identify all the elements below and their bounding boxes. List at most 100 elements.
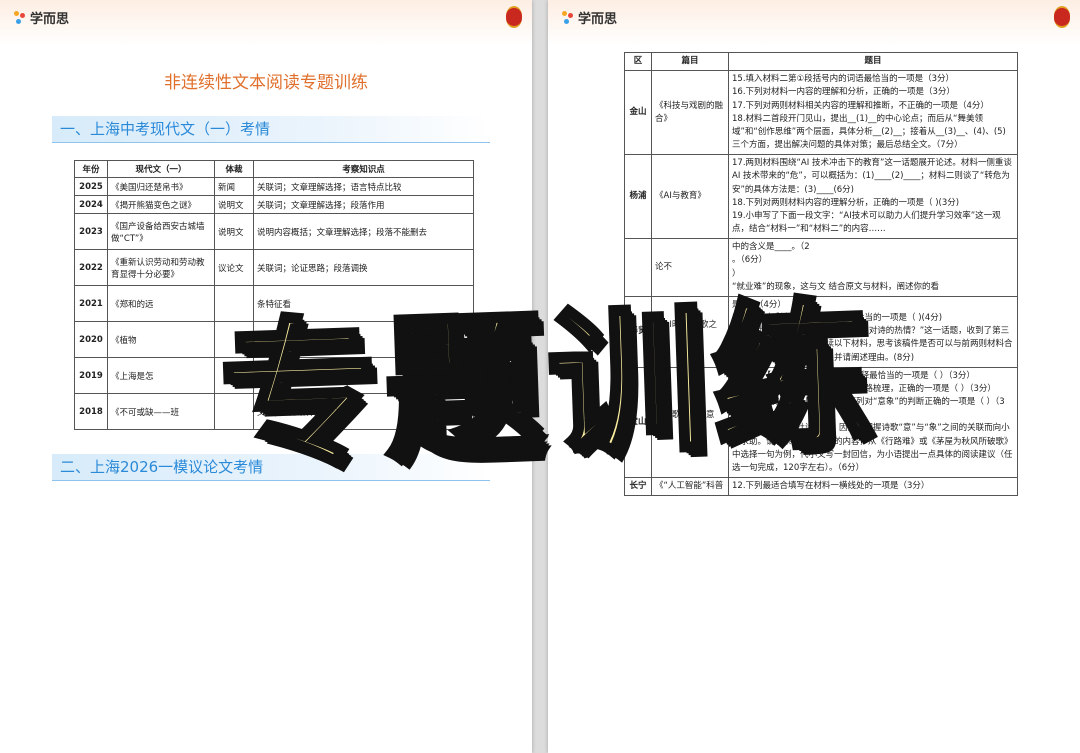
question-text: 中的含义是____。（2 [732, 242, 810, 253]
table-row: 2023 《国产设备给西安古城墙做“CT”》 说明文 说明内容概括；文章理解选择；段落… [74, 213, 474, 250]
brand-logo: 学而思 [14, 8, 69, 27]
year-cell: 2019 [74, 357, 108, 394]
question-text: “就业难”的现象，这与文 结合原文与材料，阐述你的看 [732, 281, 940, 292]
section-heading-1: 一、上海中考现代文（一）考情 [52, 116, 490, 143]
district-cell: 长宁 [624, 477, 652, 497]
table-row: 金山 《科技与戏剧的融合》 15.填入材料二第①段括号内的词语最恰当的一项是（3分）… [624, 70, 1018, 156]
page-header: 学而思 [548, 0, 1080, 46]
title-cell: 《国产设备给西安古城墙做“CT”》 [107, 213, 215, 250]
question-text: 17.两则材料围绕“AI 技术冲击下的教育”这一话题展开论述。材料一侧重谈AI … [732, 158, 1012, 195]
table-row: 论不 中的含义是____。（2 。（6分） ） “就业难”的现象，这与文 结合原文与材料… [624, 238, 1018, 297]
page-header: 学而思 [0, 0, 532, 46]
question-text: 13.根据【材料一】【材料二】，下列对“意象”的判断正确的一项是（ ）（3分） [732, 397, 1005, 421]
table-row: 2021 《郑和的远 条特征看 [74, 285, 474, 322]
year-cell: 2023 [74, 213, 108, 250]
district-cell: 杨浦 [624, 154, 652, 240]
subject-cell: 《AI与教育》 [651, 154, 729, 240]
logo-mark-icon [14, 10, 26, 25]
document-title: 非连续性文本阅读专题训练 [164, 73, 368, 93]
table-header-row: 年份 现代文（一） 体裁 考察知识点 [74, 160, 474, 178]
year-cell: 2022 [74, 249, 108, 286]
lantern-icon [1054, 6, 1070, 28]
table-row: 长宁 《“人工智能”科普 12.下列最适合填写在材料一横线处的一项是（3分） [624, 477, 1018, 497]
district-cell: 金山 [624, 70, 652, 156]
genre-cell [214, 393, 254, 430]
question-text: 。（6分） [732, 255, 768, 266]
question-text: 11.依据【材料一】，对“意象”的解释最恰当的一项是（ ）（3分） [732, 370, 975, 381]
subject-cell: 《“人工智能”科普 [651, 477, 729, 497]
question-text: 12.下列对【材料二】中画线句的思路梳理，正确的一项是（ ）（3分） [732, 383, 996, 394]
table-header-row: 区 篇目 题目 [624, 51, 1018, 72]
table-row: 2025 《美国归还楚帛书》 新闻 关联词；文章理解选择；语言特点比较 [74, 177, 474, 196]
knowledge-cell: 条特征看 [253, 285, 474, 322]
district-cell: 宝山 [624, 366, 652, 479]
knowledge-cell: 说明内容概括；文章理解选择；段落不能删去 [253, 213, 474, 250]
mock-exam-table: 区 篇目 题目 金山 《科技与戏剧的融合》 15.填入材料二第①段括号内的词语最恰当… [624, 51, 1018, 497]
table-row: 2024 《揭开熊猫变色之谜》 说明文 关联词；文章理解选择；段落作用 [74, 195, 474, 214]
genre-cell [214, 357, 254, 394]
column-header: 考察知识点 [253, 160, 474, 178]
subject-cell: 论不 [651, 238, 729, 297]
title-cell: 《上海是怎 [107, 357, 215, 394]
subject-cell: 《AI时代,诗歌之道》 [651, 295, 729, 368]
column-header: 体裁 [214, 160, 254, 178]
genre-cell [214, 321, 254, 358]
genre-cell: 新闻 [214, 177, 254, 196]
knowledge-cell: 关联词；论证思路；段落调换 [253, 249, 474, 286]
brand-logo: 学而思 [562, 8, 617, 27]
table-row: 2019 《上海是怎 说 [74, 357, 474, 394]
exam-history-table: 年份 现代文（一） 体裁 考察知识点 2025 《美国归还楚帛书》 新闻 关联词；文章… [74, 160, 474, 430]
year-cell: 2021 [74, 285, 108, 322]
subject-cell: 《诗歌风格与意象》 [651, 366, 729, 479]
column-header: 题目 [728, 51, 1018, 72]
district-cell: 奉贤 [624, 295, 652, 368]
title-cell: 《不可或缺——班 [107, 393, 215, 430]
question-text: 16.下列对材料一内容的理解和分析，正确的一项是（3分） [732, 87, 955, 98]
questions-cell: 中的含义是____。（2 。（6分） ） “就业难”的现象，这与文 结合原文与材料，阐… [728, 238, 1018, 297]
question-text: ） [732, 268, 741, 279]
question-text: 15.填入材料二第①段括号内的词语最恰当的一项是（3分） [732, 74, 955, 85]
logo-mark-icon [562, 10, 574, 25]
genre-cell: 议论文 [214, 249, 254, 286]
knowledge-cell: 关联词；文章理解选择；段落作用 [253, 195, 474, 214]
table-row: 2018 《不可或缺——班 文字；文 其作用； [74, 393, 474, 430]
year-cell: 2024 [74, 195, 108, 214]
table-row: 杨浦 《AI与教育》 17.两则材料围绕“AI 技术冲击下的教育”这一话题展开论述。… [624, 154, 1018, 240]
title-cell: 《重新认识劳动和劳动教育显得十分必要》 [107, 249, 215, 286]
question-text: 19.小申写了下面一段文字：“AI技术可以助力人们提升学习效率”这一观点，结合“… [732, 210, 1001, 235]
title-cell: 《植物 [107, 321, 215, 358]
question-text: 18.下列对两则材料内容的理解分析，正确的一项是（ )(3分) [732, 197, 960, 208]
brand-name: 学而思 [30, 12, 70, 27]
genre-cell [214, 285, 254, 322]
question-text: 17.下列对两则材料相关内容的理解和推断，不正确的一项是（4分） [732, 100, 989, 111]
knowledge-cell: 关联词；文章理解选择；语言特点比较 [253, 177, 474, 196]
column-header: 年份 [74, 160, 108, 178]
questions-cell: 是（ )（4分） 15.下列对【材料……】分析最不恰当的一项是（ )(4分) 16.… [728, 295, 1018, 368]
brand-name: 学而思 [578, 12, 618, 27]
title-cell: 《郑和的远 [107, 285, 215, 322]
year-cell: 2025 [74, 177, 108, 196]
questions-cell: 11.依据【材料一】，对“意象”的解释最恰当的一项是（ ）（3分） 12.下列对【… [728, 366, 1018, 479]
table-row: 宝山 《诗歌风格与意象》 11.依据【材料一】，对“意象”的解释最恰当的一项是（ ）… [624, 366, 1018, 479]
questions-cell: 17.两则材料围绕“AI 技术冲击下的教育”这一话题展开论述。材料一侧重谈AI … [728, 154, 1018, 240]
table-row: 2022 《重新认识劳动和劳动教育显得十分必要》 议论文 关联词；论证思路；段落调换 [74, 249, 474, 286]
left-page: 学而思 非连续性文本阅读专题训练 一、上海中考现代文（一）考情 年份 现代文（一… [0, 0, 532, 753]
question-text: 14.小语阅读李、杜诗歌时，因无法把握诗歌“意”与“象”之间的关联而向小文求助。… [732, 423, 1013, 473]
knowledge-cell: 内容概 [253, 321, 474, 358]
question-text: 16.针对“AI时代，我们为何还要葆有对诗的热情？”这一话题，收到了第三位作者的… [732, 326, 1013, 363]
question-text: 是（ )（4分） [732, 299, 786, 310]
question-text: 12.下列最适合填写在材料一横线处的一项是（3分） [732, 481, 930, 492]
year-cell: 2020 [74, 321, 108, 358]
knowledge-cell: 文字；文 其作用； [253, 393, 474, 430]
table-row: 2020 《植物 内容概 [74, 321, 474, 358]
subject-cell: 《科技与戏剧的融合》 [651, 70, 729, 156]
table-row: 奉贤 《AI时代,诗歌之道》 是（ )（4分） 15.下列对【材料……】分析最不恰当的… [624, 295, 1018, 368]
title-cell: 《揭开熊猫变色之谜》 [107, 195, 215, 214]
title-cell: 《美国归还楚帛书》 [107, 177, 215, 196]
year-cell: 2018 [74, 393, 108, 430]
questions-cell: 15.填入材料二第①段括号内的词语最恰当的一项是（3分） 16.下列对材料一内容的… [728, 70, 1018, 156]
question-text: 18.材料二首段开门见山，提出__(1)__的中心论点；而后从“舞美领域”和“创… [732, 113, 1006, 151]
lantern-icon [506, 6, 522, 28]
column-header: 篇目 [651, 51, 729, 72]
question-text: 15.下列对【材料……】分析最不恰当的一项是（ )(4分) [732, 313, 943, 324]
